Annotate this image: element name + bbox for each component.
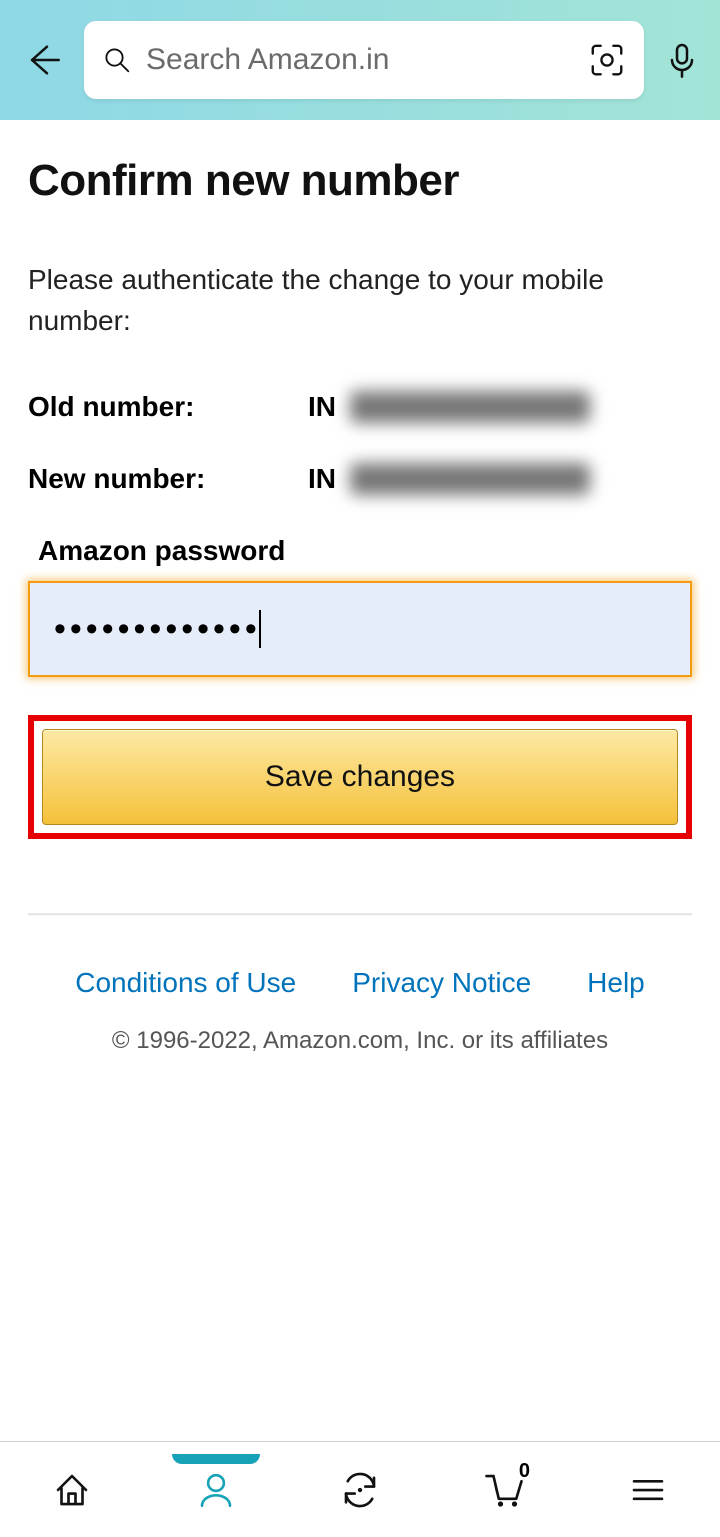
nav-account[interactable] (186, 1460, 246, 1520)
nav-home[interactable] (42, 1460, 102, 1520)
active-tab-indicator (172, 1454, 260, 1464)
text-cursor (259, 610, 261, 648)
new-number-row: New number: IN (28, 463, 692, 495)
search-bar[interactable] (84, 21, 644, 99)
old-number-label: Old number: (28, 391, 308, 423)
page-title: Confirm new number (28, 156, 692, 206)
conditions-link[interactable]: Conditions of Use (75, 967, 296, 999)
privacy-link[interactable]: Privacy Notice (352, 967, 531, 999)
app-header (0, 0, 720, 120)
microphone-icon (662, 40, 702, 80)
home-icon (51, 1469, 93, 1511)
main-content: Confirm new number Please authenticate t… (0, 120, 720, 1055)
refresh-icon (339, 1469, 381, 1511)
save-changes-button[interactable]: Save changes (42, 729, 678, 825)
search-icon (102, 45, 132, 75)
user-icon (195, 1469, 237, 1511)
help-link[interactable]: Help (587, 967, 645, 999)
back-button[interactable] (18, 36, 66, 84)
password-input[interactable]: ••••••••••••• (28, 581, 692, 677)
bottom-navigation: 0 (0, 1441, 720, 1537)
cart-count-badge: 0 (519, 1460, 530, 1483)
voice-search-button[interactable] (662, 40, 702, 80)
hamburger-icon (627, 1469, 669, 1511)
old-number-value-redacted (350, 391, 590, 423)
nav-orders[interactable] (330, 1460, 390, 1520)
footer-divider (28, 913, 692, 915)
instruction-text: Please authenticate the change to your m… (28, 260, 692, 341)
old-number-row: Old number: IN (28, 391, 692, 423)
copyright-text: © 1996-2022, Amazon.com, Inc. or its aff… (28, 1027, 692, 1055)
camera-lens-icon[interactable] (588, 41, 626, 79)
save-button-highlight: Save changes (28, 715, 692, 839)
old-number-country: IN (308, 391, 336, 423)
password-label: Amazon password (38, 535, 692, 567)
new-number-label: New number: (28, 463, 308, 495)
search-input[interactable] (146, 43, 574, 77)
footer-links: Conditions of Use Privacy Notice Help (28, 967, 692, 999)
nav-menu[interactable] (618, 1460, 678, 1520)
nav-cart[interactable]: 0 (474, 1460, 534, 1520)
arrow-left-icon (22, 40, 62, 80)
new-number-country: IN (308, 463, 336, 495)
new-number-value-redacted (350, 463, 590, 495)
password-masked-value: ••••••••••••• (54, 610, 261, 649)
